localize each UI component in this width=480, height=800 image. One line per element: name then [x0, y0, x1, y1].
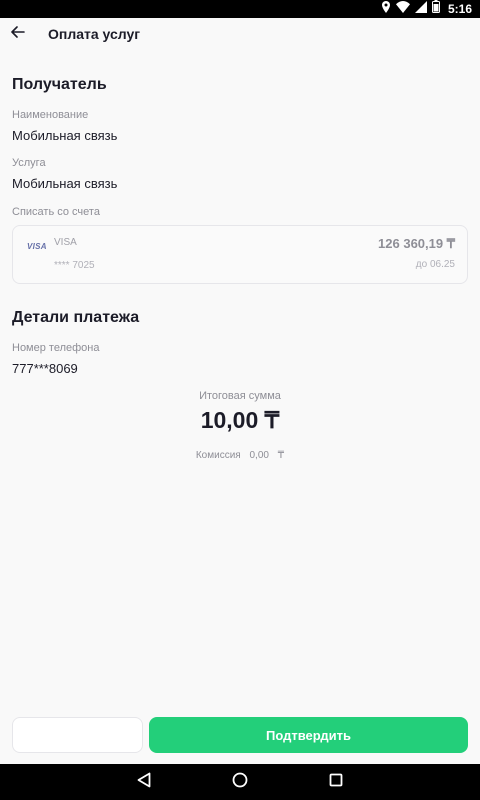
card-number: **** 7025 [54, 260, 95, 271]
service-label: Услуга [12, 157, 46, 169]
account-card[interactable]: VISA VISA **** 7025 126 360,19 ₸ до 06.2… [12, 225, 468, 284]
status-bar: 5:16 [0, 0, 480, 18]
status-time: 5:16 [447, 2, 472, 16]
secondary-button[interactable] [12, 717, 143, 753]
location-icon [381, 0, 391, 18]
commission-value: 0,00 [249, 450, 269, 461]
nav-home-button[interactable] [230, 772, 250, 792]
total-amount: 10,00 ₸ [200, 407, 280, 433]
nav-back-button[interactable] [134, 772, 154, 792]
circle-home-icon [232, 772, 248, 793]
card-brand: VISA [54, 237, 77, 248]
back-button[interactable] [8, 24, 28, 44]
payment-details-section-title: Детали платежа [12, 309, 140, 326]
phone-label: Номер телефона [12, 342, 100, 354]
card-balance: 126 360,19 ₸ [378, 236, 455, 251]
signal-icon [414, 0, 427, 18]
debit-account-label: Списать со счета [12, 206, 100, 218]
page-title: Оплата услуг [48, 26, 141, 42]
commission-currency: ₸ [277, 450, 285, 461]
name-label: Наименование [12, 109, 89, 121]
status-icons: 5:16 [381, 0, 472, 18]
name-value: Мобильная связь [12, 128, 118, 143]
total-label: Итоговая сумма [199, 390, 281, 402]
app-bar: Оплата услуг [0, 18, 480, 50]
triangle-back-icon [137, 772, 151, 793]
phone-value: 777***8069 [12, 361, 78, 376]
navigation-bar [0, 764, 480, 800]
commission-row: Комиссия 0,00 ₸ [0, 450, 480, 461]
commission-label: Комиссия [195, 450, 241, 461]
nav-recents-button[interactable] [326, 772, 346, 792]
service-value: Мобильная связь [12, 176, 118, 191]
arrow-back-icon [11, 25, 25, 43]
recipient-section-title: Получатель [12, 76, 107, 93]
battery-icon [431, 0, 440, 18]
visa-logo: VISA [27, 242, 47, 251]
square-recents-icon [329, 773, 343, 792]
wifi-icon [395, 0, 410, 18]
confirm-button[interactable]: Подтвердить [149, 717, 468, 753]
card-expiry: до 06.25 [415, 259, 455, 270]
